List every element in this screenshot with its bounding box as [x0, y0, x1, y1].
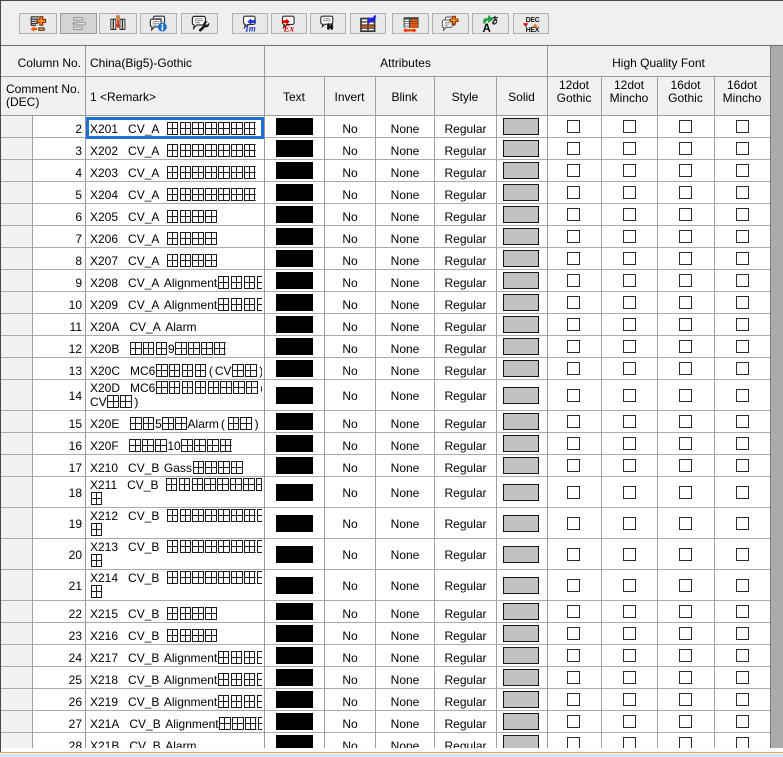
svg-text:Ex: Ex	[283, 23, 295, 32]
svg-text:HEX: HEX	[526, 27, 540, 33]
svg-text:DEC: DEC	[526, 16, 540, 23]
svg-text:Im: Im	[244, 23, 256, 32]
svg-text:A: A	[482, 23, 490, 33]
